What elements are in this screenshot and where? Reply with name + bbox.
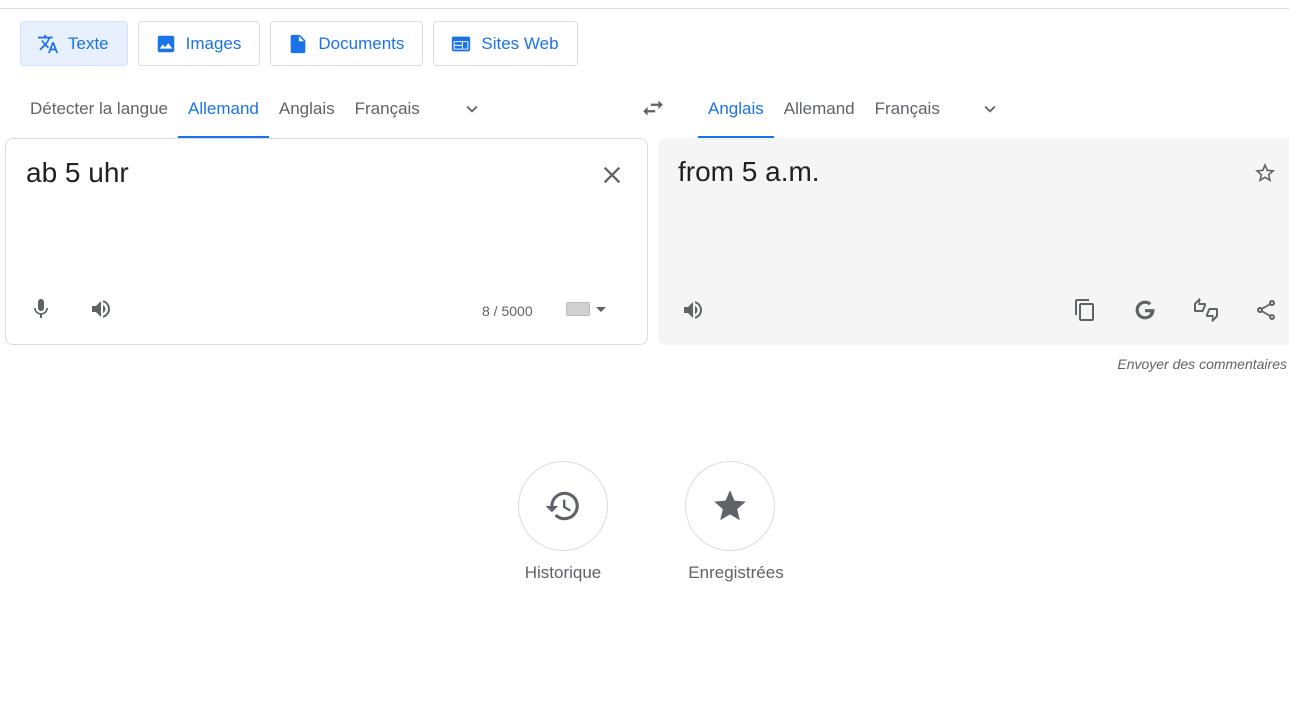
chevron-down-icon <box>984 105 996 113</box>
mode-websites-label: Sites Web <box>481 33 559 53</box>
source-more-languages-button[interactable] <box>448 80 496 138</box>
history-button[interactable] <box>518 461 608 551</box>
speaker-icon <box>684 301 702 319</box>
mode-bar: Texte Images Documents Sites Web <box>20 21 578 66</box>
star-icon <box>714 490 746 521</box>
source-text-panel: ab 5 uhr 8 / 5000 <box>5 138 648 345</box>
mode-websites-button[interactable]: Sites Web <box>433 21 578 66</box>
share-icon <box>1257 300 1275 320</box>
mode-text-button[interactable]: Texte <box>20 21 128 66</box>
swap-languages-button[interactable] <box>637 94 669 122</box>
send-feedback-link[interactable]: Envoyer des commentaires <box>1117 356 1287 372</box>
translate-icon <box>37 33 59 55</box>
speaker-icon <box>92 300 110 318</box>
listen-source-button[interactable] <box>81 289 121 329</box>
document-icon <box>287 33 309 55</box>
target-more-languages-button[interactable] <box>966 80 1014 138</box>
history-label: Historique <box>524 563 602 582</box>
share-translation-button[interactable] <box>1246 290 1286 330</box>
microphone-icon <box>34 299 48 318</box>
target-language-bar: Anglais Allemand Français <box>698 80 1014 138</box>
save-translation-button[interactable] <box>1245 153 1285 193</box>
copy-icon <box>1075 299 1094 321</box>
saved-button[interactable] <box>685 461 775 551</box>
chevron-down-icon <box>466 105 478 113</box>
mode-documents-label: Documents <box>318 33 405 53</box>
top-divider <box>0 8 1289 9</box>
voice-input-button[interactable] <box>21 289 61 329</box>
mode-images-label: Images <box>185 33 242 53</box>
rate-translation-button[interactable] <box>1186 290 1226 330</box>
character-counter: 8 / 5000 <box>482 303 533 319</box>
translation-text: from 5 a.m. <box>678 156 820 187</box>
listen-translation-button[interactable] <box>673 290 713 330</box>
google-search-button[interactable] <box>1125 290 1165 330</box>
source-language-bar: Détecter la langue Allemand Anglais Fran… <box>20 80 496 138</box>
translation-panel: from 5 a.m. <box>658 138 1289 345</box>
history-icon <box>545 491 579 521</box>
google-g-icon <box>1135 300 1155 320</box>
star-outline-icon <box>1255 163 1275 182</box>
swap-arrows-icon <box>643 100 663 116</box>
mode-images-button[interactable]: Images <box>137 21 261 66</box>
target-lang-german[interactable]: Allemand <box>774 80 865 138</box>
source-text-input[interactable]: ab 5 uhr <box>26 157 129 189</box>
website-icon <box>450 33 472 55</box>
mode-documents-button[interactable]: Documents <box>270 21 424 66</box>
saved-label: Enregistrées <box>688 563 784 582</box>
copy-translation-button[interactable] <box>1065 290 1105 330</box>
source-lang-english[interactable]: Anglais <box>269 80 345 138</box>
source-lang-french[interactable]: Français <box>345 80 430 138</box>
mode-text-label: Texte <box>68 33 109 53</box>
input-tools-button[interactable] <box>566 302 606 316</box>
thumbs-up-down-icon <box>1194 298 1218 322</box>
target-lang-french[interactable]: Français <box>865 80 950 138</box>
clear-source-button[interactable] <box>592 155 632 195</box>
caret-down-icon <box>596 306 606 312</box>
source-lang-detect[interactable]: Détecter la langue <box>20 80 178 138</box>
target-lang-english[interactable]: Anglais <box>698 80 774 138</box>
keyboard-icon <box>566 302 590 316</box>
image-icon <box>155 33 177 55</box>
source-lang-german[interactable]: Allemand <box>177 80 269 138</box>
close-icon <box>603 166 621 184</box>
